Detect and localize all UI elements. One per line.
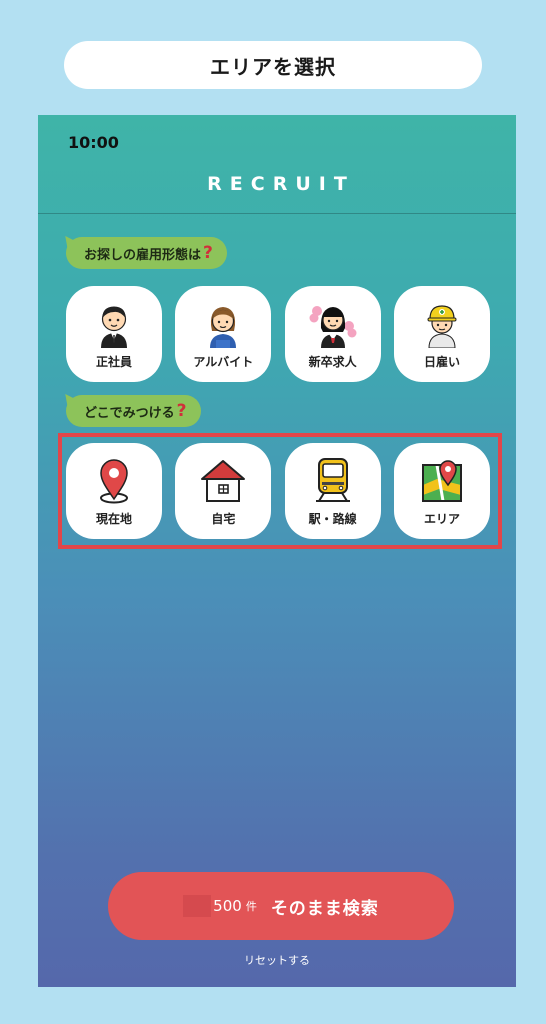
status-time: 10:00: [68, 133, 119, 152]
search-button-label: そのまま検索: [270, 898, 379, 919]
count-highlight: [183, 895, 212, 917]
employment-option-day-labor[interactable]: 日雇い: [393, 286, 490, 382]
app-title: RECRUIT: [207, 173, 355, 195]
search-option-label: 自宅: [211, 512, 236, 526]
header-divider: [38, 213, 516, 214]
phone-screen: 10:00 RECRUIT お探しの雇用形態は ? 正社員 アルバイト 新卒求人…: [38, 115, 516, 987]
employment-option-part-time[interactable]: アルバイト: [175, 286, 272, 382]
home-icon: [201, 460, 246, 502]
part-timer-icon: [210, 307, 237, 348]
employment-option-full-time[interactable]: 正社員: [66, 286, 162, 382]
search-button[interactable]: 500 件 そのまま検索: [108, 872, 454, 940]
map-icon: [421, 460, 462, 502]
select-area-title: エリアを選択: [64, 41, 482, 89]
result-count-unit: 件: [245, 900, 257, 913]
question-mark: ?: [176, 401, 187, 421]
day-laborer-icon: [427, 305, 457, 348]
search-option-label: 現在地: [95, 512, 132, 526]
search-option-current-location[interactable]: 現在地: [66, 443, 162, 539]
train-icon: [315, 458, 350, 502]
location-pin-icon: [100, 459, 128, 504]
search-option-label: エリア: [423, 512, 460, 526]
search-option-area[interactable]: エリア: [393, 443, 490, 539]
employment-option-new-graduate[interactable]: 新卒求人: [284, 286, 381, 382]
search-option-station-line[interactable]: 駅・路線: [284, 443, 381, 539]
employment-option-label: 新卒求人: [308, 355, 357, 369]
employment-type-options: 正社員 アルバイト 新卒求人 日雇い: [66, 286, 490, 382]
new-graduate-icon: [309, 306, 357, 348]
search-method-prompt: どこでみつける ?: [66, 395, 201, 427]
search-method-prompt-text: どこでみつける: [84, 405, 175, 421]
result-count: 500: [213, 897, 242, 915]
question-mark: ?: [203, 243, 213, 263]
search-option-home[interactable]: 自宅: [175, 443, 272, 539]
employment-type-prompt-text: お探しの雇用形態は: [84, 247, 202, 263]
employment-option-label: 日雇い: [423, 355, 460, 369]
employment-type-prompt: お探しの雇用形態は ?: [66, 237, 227, 269]
office-worker-icon: [101, 306, 127, 348]
search-method-options: 現在地 自宅 駅・路線 エリア: [66, 443, 490, 539]
employment-option-label: アルバイト: [193, 355, 254, 369]
reset-link[interactable]: リセットする: [38, 952, 516, 968]
employment-option-label: 正社員: [95, 355, 132, 369]
search-option-label: 駅・路線: [308, 512, 357, 526]
